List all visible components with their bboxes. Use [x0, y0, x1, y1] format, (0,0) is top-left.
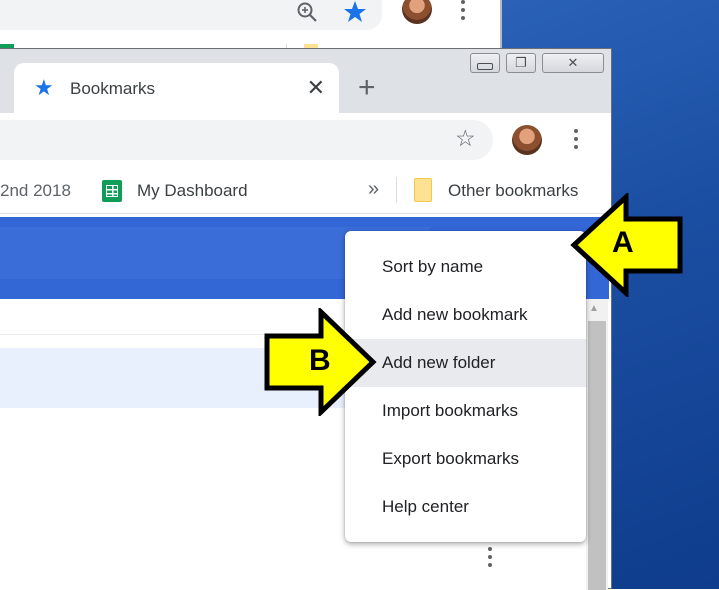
scrollbar-thumb[interactable] [588, 321, 606, 590]
more-icon[interactable] [573, 129, 579, 149]
bookmarks-bar: 2nd 2018 My Dashboard » Other bookmarks [0, 167, 611, 214]
background-browser-window[interactable] [0, 0, 502, 50]
avatar[interactable] [402, 0, 432, 24]
menu-item-add-new-folder[interactable]: Add new folder [345, 339, 586, 387]
annotation-label-a: A [612, 226, 634, 259]
background-omnibox[interactable] [0, 0, 382, 30]
tab-close-icon[interactable]: ✕ [307, 75, 325, 101]
menu-item-add-new-bookmark[interactable]: Add new bookmark [345, 291, 586, 339]
close-icon: ✕ [567, 55, 579, 70]
title-bar: ❐ ✕ ★ Bookmarks ✕ + [0, 49, 611, 113]
close-window-button[interactable]: ✕ [542, 53, 604, 73]
menu-item-help-center[interactable]: Help center [345, 483, 586, 531]
restore-button[interactable]: ❐ [506, 53, 536, 73]
bookmark-item-my-dashboard[interactable]: My Dashboard [137, 181, 248, 201]
sheets-icon [102, 180, 122, 202]
toolbar: ☆ [0, 113, 611, 167]
bookmark-star-icon[interactable]: ☆ [455, 125, 476, 152]
omnibox[interactable]: ☆ [0, 120, 493, 160]
menu-item-export-bookmarks[interactable]: Export bookmarks [345, 435, 586, 483]
more-icon[interactable] [487, 547, 493, 567]
bookmark-item-partial[interactable]: 2nd 2018 [0, 181, 71, 201]
menu-item-import-bookmarks[interactable]: Import bookmarks [345, 387, 586, 435]
star-icon: ★ [34, 75, 54, 100]
minimize-button[interactable] [470, 53, 500, 73]
minimize-icon [477, 62, 493, 70]
organize-menu: Sort by name Add new bookmark Add new fo… [345, 231, 586, 542]
restore-icon: ❐ [515, 55, 527, 70]
more-icon[interactable] [460, 0, 466, 20]
new-tab-button[interactable]: + [358, 73, 376, 103]
annotation-label-b: B [309, 344, 331, 377]
other-bookmarks-folder[interactable]: Other bookmarks [448, 181, 578, 201]
tab-title: Bookmarks [70, 79, 156, 98]
folder-icon [414, 178, 432, 202]
star-icon[interactable] [343, 0, 367, 24]
avatar[interactable] [512, 125, 542, 155]
menu-item-sort-by-name[interactable]: Sort by name [345, 243, 586, 291]
tab-bookmarks[interactable]: ★ Bookmarks ✕ [14, 63, 339, 113]
bookmarks-divider [396, 177, 397, 203]
scroll-up-icon[interactable]: ▲ [589, 303, 599, 314]
bookmarks-overflow-chevron-icon[interactable]: » [368, 178, 379, 201]
zoom-icon[interactable] [295, 0, 319, 24]
